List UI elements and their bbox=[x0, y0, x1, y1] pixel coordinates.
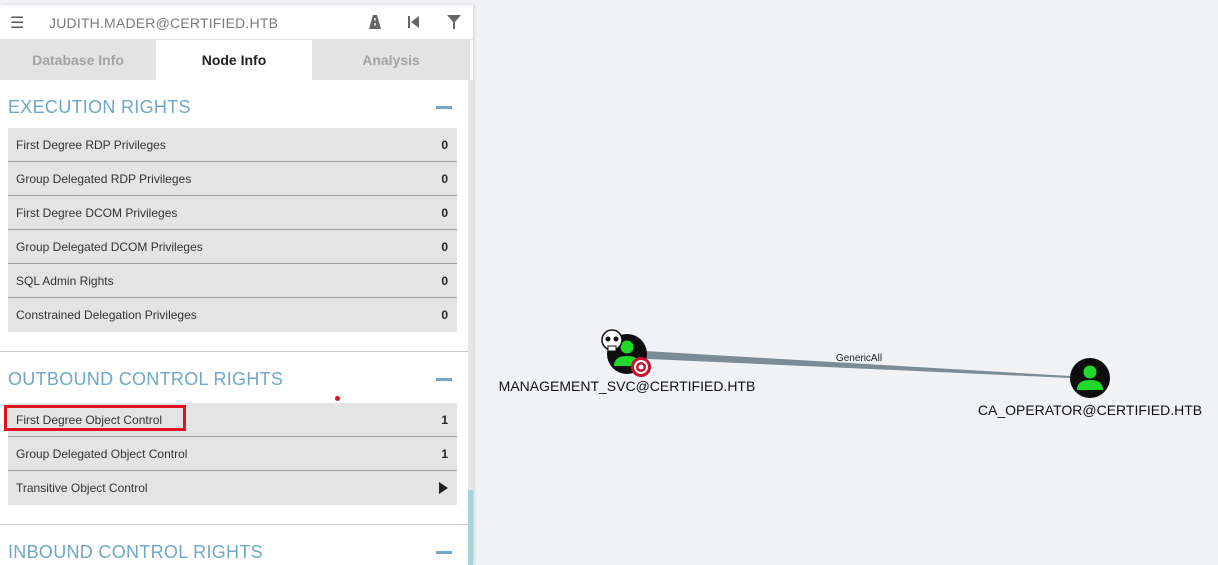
tab-analysis[interactable]: Analysis bbox=[312, 40, 470, 80]
skull-icon bbox=[601, 329, 623, 352]
list-item[interactable]: First Degree DCOM Privileges 0 bbox=[8, 196, 457, 230]
list-item[interactable]: Constrained Delegation Privileges 0 bbox=[8, 298, 457, 332]
row-count: 0 bbox=[441, 206, 448, 220]
tab-node-info[interactable]: Node Info bbox=[156, 40, 312, 80]
node-label: CA_OPERATOR@CERTIFIED.HTB bbox=[978, 402, 1202, 418]
section-title: OUTBOUND CONTROL RIGHTS bbox=[8, 369, 284, 389]
row-label: SQL Admin Rights bbox=[16, 274, 114, 288]
list-item[interactable]: SQL Admin Rights 0 bbox=[8, 264, 457, 298]
row-count: 1 bbox=[441, 413, 448, 427]
row-count: 0 bbox=[441, 274, 448, 288]
expand-arrow-icon[interactable] bbox=[439, 482, 448, 494]
section-title: EXECUTION RIGHTS bbox=[8, 97, 191, 117]
search-bar: ☰ JUDITH.MADER@CERTIFIED.HTB bbox=[0, 5, 473, 40]
scrollbar-thumb[interactable] bbox=[468, 490, 473, 565]
collapse-icon[interactable] bbox=[436, 378, 452, 381]
outbound-control-rights-list: First Degree Object Control 1 Group Dele… bbox=[0, 403, 468, 505]
collapse-icon[interactable] bbox=[436, 551, 452, 554]
section-divider bbox=[0, 332, 468, 352]
execution-rights-list: First Degree RDP Privileges 0 Group Dele… bbox=[0, 128, 468, 332]
list-item[interactable]: Group Delegated DCOM Privileges 0 bbox=[8, 230, 457, 264]
filter-icon[interactable] bbox=[445, 13, 463, 31]
node-info-content: EXECUTION RIGHTS First Degree RDP Privil… bbox=[0, 80, 468, 565]
section-title: INBOUND CONTROL RIGHTS bbox=[8, 542, 263, 562]
node-label: MANAGEMENT_SVC@CERTIFIED.HTB bbox=[499, 378, 756, 394]
row-count: 0 bbox=[441, 138, 448, 152]
list-item[interactable]: Group Delegated RDP Privileges 0 bbox=[8, 162, 457, 196]
list-item[interactable]: First Degree Object Control 1 bbox=[8, 403, 457, 437]
row-count: 0 bbox=[441, 308, 448, 322]
menu-icon[interactable]: ☰ bbox=[10, 13, 24, 33]
list-item[interactable]: First Degree RDP Privileges 0 bbox=[8, 128, 457, 162]
tab-database-info[interactable]: Database Info bbox=[0, 40, 156, 80]
scrollbar[interactable] bbox=[468, 80, 473, 565]
row-count: 0 bbox=[441, 172, 448, 186]
row-label: Group Delegated Object Control bbox=[16, 447, 188, 461]
target-icon bbox=[631, 357, 651, 377]
outbound-control-rights-header[interactable]: OUTBOUND CONTROL RIGHTS bbox=[0, 352, 468, 396]
row-label: Constrained Delegation Privileges bbox=[16, 308, 197, 322]
pathfinding-icon[interactable] bbox=[366, 13, 384, 31]
collapse-icon[interactable] bbox=[436, 106, 452, 109]
search-input[interactable]: JUDITH.MADER@CERTIFIED.HTB bbox=[49, 15, 278, 31]
row-label: First Degree Object Control bbox=[16, 413, 163, 427]
list-item[interactable]: Transitive Object Control bbox=[8, 471, 457, 505]
back-icon[interactable] bbox=[405, 13, 423, 31]
edge-label: GenericAll bbox=[836, 353, 882, 364]
row-label: Group Delegated DCOM Privileges bbox=[16, 240, 203, 254]
row-label: First Degree DCOM Privileges bbox=[16, 206, 178, 220]
row-count: 1 bbox=[441, 447, 448, 461]
row-count: 0 bbox=[441, 240, 448, 254]
cursor-dot bbox=[335, 396, 340, 401]
list-item[interactable]: Group Delegated Object Control 1 bbox=[8, 437, 457, 471]
row-label: Group Delegated RDP Privileges bbox=[16, 172, 192, 186]
section-divider bbox=[0, 505, 468, 525]
node-info-panel: ☰ JUDITH.MADER@CERTIFIED.HTB Database In… bbox=[0, 5, 473, 565]
row-label: Transitive Object Control bbox=[16, 481, 148, 495]
execution-rights-header[interactable]: EXECUTION RIGHTS bbox=[0, 80, 468, 124]
inbound-control-rights-header[interactable]: INBOUND CONTROL RIGHTS bbox=[0, 525, 468, 565]
tab-bar: Database Info Node Info Analysis bbox=[0, 40, 473, 80]
row-label: First Degree RDP Privileges bbox=[16, 138, 166, 152]
